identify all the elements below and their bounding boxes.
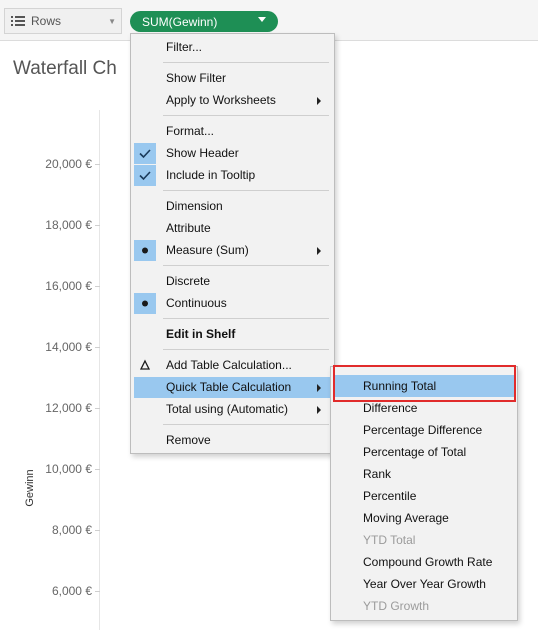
- submenu-item-compound-growth-rate[interactable]: Compound Growth Rate: [334, 551, 514, 573]
- menu-item-show-filter[interactable]: Show Filter: [134, 68, 331, 89]
- menu-item-add-table-calculation[interactable]: Add Table Calculation...: [134, 355, 331, 376]
- y-tick-label: 10,000 €: [45, 462, 92, 476]
- menu-item-attribute[interactable]: Attribute: [134, 218, 331, 239]
- pill-label: SUM(Gewinn): [142, 14, 218, 29]
- y-tick-mark: [95, 286, 100, 287]
- annotation-highlight-box: [333, 365, 516, 402]
- y-tick-mark: [95, 530, 100, 531]
- menu-divider: [163, 424, 329, 425]
- y-tick-label: 6,000 €: [51, 584, 92, 598]
- y-axis-label-wrap: Gewinn: [20, 460, 40, 520]
- y-tick-label: 12,000 €: [45, 401, 92, 415]
- worksheet-title: Waterfall Ch: [13, 58, 117, 79]
- pill-dropdown-caret-icon[interactable]: [258, 17, 266, 22]
- submenu-arrow-icon: [317, 406, 321, 414]
- submenu-item-percentile[interactable]: Percentile: [334, 485, 514, 507]
- menu-divider: [163, 318, 329, 319]
- y-tick-mark: [95, 225, 100, 226]
- submenu-arrow-icon: [317, 384, 321, 392]
- menu-item-remove[interactable]: Remove: [134, 430, 331, 451]
- quick-table-calculation-submenu: Running Total Difference Percentage Diff…: [330, 366, 518, 621]
- delta-icon: [134, 355, 156, 376]
- menu-divider: [163, 62, 329, 63]
- submenu-item-percentage-difference[interactable]: Percentage Difference: [334, 419, 514, 441]
- bullet-icon: [134, 240, 156, 261]
- y-tick-label: 16,000 €: [45, 279, 92, 293]
- menu-item-measure-sum[interactable]: Measure (Sum): [134, 240, 331, 261]
- menu-item-discrete[interactable]: Discrete: [134, 271, 331, 292]
- menu-divider: [163, 190, 329, 191]
- checkmark-icon: [134, 165, 156, 186]
- y-tick-mark: [95, 408, 100, 409]
- menu-item-format[interactable]: Format...: [134, 121, 331, 142]
- menu-divider: [163, 349, 329, 350]
- bullet-icon: [134, 293, 156, 314]
- rows-shelf-label: Rows ▼: [4, 8, 122, 34]
- pill-context-menu: Filter... Show Filter Apply to Worksheet…: [130, 33, 335, 454]
- rows-list-icon: [11, 15, 25, 27]
- y-tick-mark: [95, 347, 100, 348]
- menu-item-dimension[interactable]: Dimension: [134, 196, 331, 217]
- menu-item-total-using[interactable]: Total using (Automatic): [134, 399, 331, 420]
- checkmark-icon: [134, 143, 156, 164]
- menu-divider: [163, 265, 329, 266]
- rows-label: Rows: [31, 14, 62, 28]
- y-tick-label: 18,000 €: [45, 218, 92, 232]
- y-tick-label: 8,000 €: [51, 523, 92, 537]
- y-tick-mark: [95, 469, 100, 470]
- menu-item-include-in-tooltip[interactable]: Include in Tooltip: [134, 165, 331, 186]
- y-tick-label: 20,000 €: [45, 157, 92, 171]
- y-tick-mark: [95, 164, 100, 165]
- y-axis-line: [99, 110, 100, 630]
- y-tick-mark: [95, 591, 100, 592]
- submenu-arrow-icon: [317, 247, 321, 255]
- y-axis-label: Gewinn: [24, 469, 36, 507]
- menu-item-continuous[interactable]: Continuous: [134, 293, 331, 314]
- submenu-item-percentage-of-total[interactable]: Percentage of Total: [334, 441, 514, 463]
- submenu-item-ytd-total: YTD Total: [363, 533, 416, 547]
- menu-item-edit-in-shelf[interactable]: Edit in Shelf: [134, 324, 331, 345]
- submenu-item-year-over-year-growth[interactable]: Year Over Year Growth: [334, 573, 514, 595]
- submenu-item-moving-average[interactable]: Moving Average: [334, 507, 514, 529]
- menu-item-apply-to-worksheets[interactable]: Apply to Worksheets: [134, 90, 331, 111]
- menu-divider: [163, 115, 329, 116]
- menu-item-show-header[interactable]: Show Header: [134, 143, 331, 164]
- sum-gewinn-pill[interactable]: SUM(Gewinn): [130, 11, 278, 32]
- y-tick-label: 14,000 €: [45, 340, 92, 354]
- menu-item-quick-table-calculation[interactable]: Quick Table Calculation: [134, 377, 331, 398]
- submenu-arrow-icon: [317, 97, 321, 105]
- menu-item-filter[interactable]: Filter...: [134, 37, 331, 58]
- submenu-item-ytd-growth: YTD Growth: [363, 599, 430, 613]
- chevron-down-icon: ▼: [108, 17, 116, 26]
- submenu-item-rank[interactable]: Rank: [334, 463, 514, 485]
